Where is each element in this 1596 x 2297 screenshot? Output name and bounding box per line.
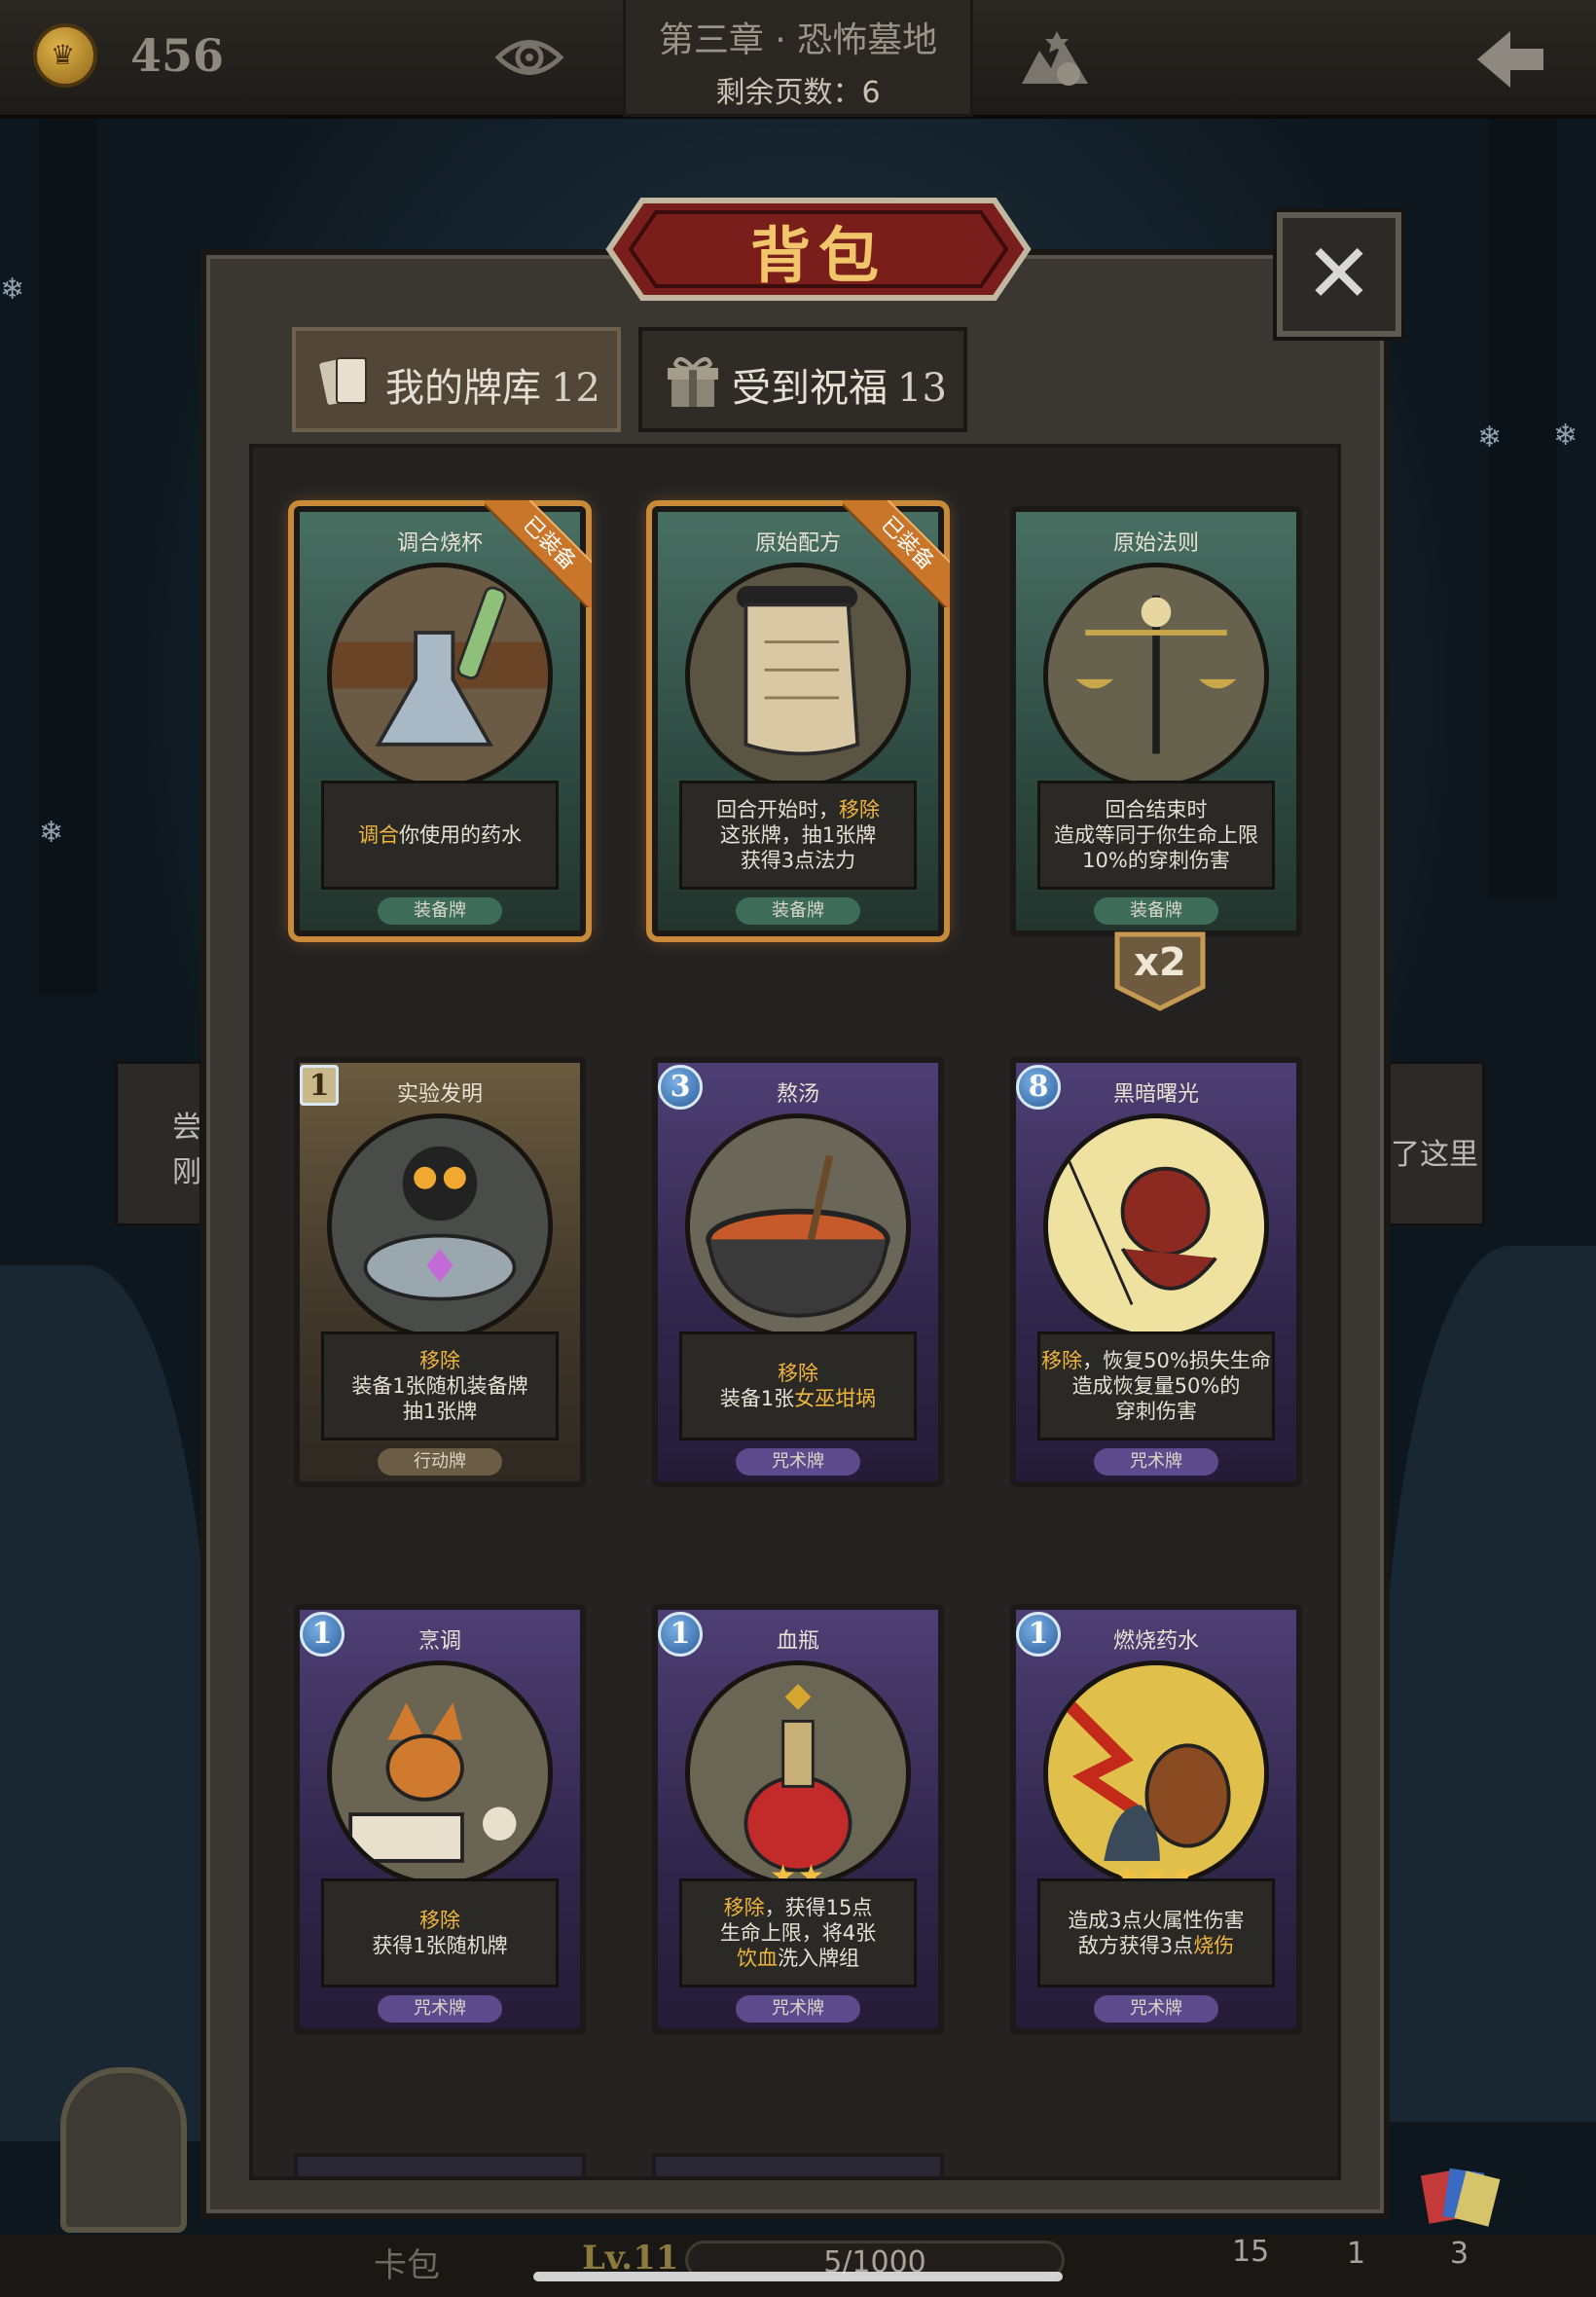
count-a: 15 [1232, 2235, 1270, 2269]
card-desc: 移除 获得1张随机牌 [321, 1878, 559, 1987]
card-desc: 回合开始时，移除 这张牌，抽1张牌 获得3点法力 [679, 781, 917, 890]
tab-blessings[interactable]: 受到祝福 13 [638, 327, 967, 432]
tree-trunk [1489, 119, 1557, 897]
card-desc: 造成3点火属性伤害 敌方获得3点烧伤 [1037, 1878, 1275, 1987]
card-type: 装备牌 [736, 897, 860, 925]
card-type: 咒术牌 [1094, 1995, 1218, 2023]
chapter-box: 第三章 · 恐怖墓地 剩余页数：6 [623, 0, 973, 117]
card-type: 咒术牌 [736, 1448, 860, 1476]
scales-art [1043, 563, 1269, 788]
bg-panel-right: 了这里 [1388, 1061, 1485, 1226]
card-experiment-invention[interactable]: 1 实验发明 移除 装备1张随机装备牌 抽1张牌 行动牌 [294, 1057, 586, 1487]
card-blending-beaker[interactable]: 调合烧杯 已装备 调合你使用的药水 装备牌 [294, 500, 592, 936]
crown-coin-icon: ♛ [33, 23, 97, 88]
card-pack-label[interactable]: 卡包 [374, 2239, 440, 2286]
card-desc: 移除，恢复50%损失生命 造成恢复量50%的 穿刺伤害 [1037, 1331, 1275, 1440]
close-button[interactable]: ✕ [1277, 212, 1401, 337]
card-cooking[interactable]: 1 烹调 移除 获得1张随机牌 咒术牌 [294, 1604, 586, 2034]
card-partial [652, 2153, 944, 2176]
card-burning-potion[interactable]: 1 燃烧药水 ★★★ 造成3点火属性伤害 敌方获得3点烧伤 咒术牌 [1010, 1604, 1302, 2034]
gold-amount: 456 [130, 29, 225, 82]
multiplier-text: x2 [1134, 940, 1186, 985]
top-bar: ♛ 456 第三章 · 恐怖墓地 剩余页数：6 [0, 0, 1596, 119]
card-dark-dawn[interactable]: 8 黑暗曙光 移除，恢复50%损失生命 造成恢复量50%的 穿刺伤害 咒术牌 [1010, 1057, 1302, 1487]
snowflake-icon: ❄ [39, 816, 64, 850]
snowflake-icon: ❄ [1553, 419, 1578, 453]
bg-text: 刚 [172, 1155, 201, 1189]
fox-chef-art [327, 1660, 553, 1886]
card-primal-recipe[interactable]: 原始配方 已装备 回合开始时，移除 这张牌，抽1张牌 获得3点法力 装备牌 [652, 500, 950, 936]
tree-trunk [39, 119, 97, 995]
count-c: 3 [1450, 2237, 1469, 2271]
bg-text: 了这里 [1391, 1138, 1478, 1172]
snowflake-icon: ❄ [0, 273, 25, 307]
card-desc: 调合你使用的药水 [321, 781, 559, 890]
pages-left: 剩余页数：6 [715, 76, 881, 110]
card-name: 血瓶 [776, 1629, 819, 1654]
home-indicator[interactable] [533, 2272, 1063, 2281]
card-desc: 回合结束时 造成等同于你生命上限 10%的穿刺伤害 [1037, 781, 1275, 890]
card-name: 烹调 [417, 1629, 461, 1654]
cauldron-art [685, 1113, 911, 1339]
snowflake-icon: ❄ [1477, 420, 1503, 455]
eye-icon[interactable] [494, 23, 564, 91]
card-type: 咒术牌 [736, 1995, 860, 2023]
card-name: 熬汤 [776, 1082, 819, 1107]
tab-my-deck[interactable]: 我的牌库 12 [292, 327, 621, 432]
bg-panel-left: 尝 刚 [115, 1061, 202, 1226]
tab-count: 12 [551, 366, 600, 411]
equipped-badge: 已装备 [843, 500, 950, 607]
cards-stack-icon[interactable] [1417, 2163, 1505, 2231]
tab-label: 受到祝福 [732, 366, 888, 411]
card-partial [294, 2153, 586, 2176]
close-icon: ✕ [1304, 226, 1374, 321]
card-name: 燃烧药水 [1112, 1629, 1199, 1654]
blood-vial-art [685, 1660, 911, 1886]
deck-slot-icon[interactable] [60, 2067, 187, 2233]
tab-label: 我的牌库 [385, 366, 541, 411]
card-desc: 移除 装备1张女巫坩埚 [679, 1331, 917, 1440]
card-primal-law[interactable]: 原始法则 回合结束时 造成等同于你生命上限 10%的穿刺伤害 装备牌 [1010, 506, 1302, 936]
card-name: 实验发明 [396, 1082, 483, 1107]
card-desc: 移除 装备1张随机装备牌 抽1张牌 [321, 1331, 559, 1440]
tab-count: 13 [897, 366, 947, 411]
card-type: 咒术牌 [1094, 1448, 1218, 1476]
card-desc: 移除，获得15点 生命上限，将4张 饮血洗入牌组 [679, 1878, 917, 1987]
cards-icon [319, 357, 367, 405]
back-arrow-icon[interactable] [1471, 25, 1549, 93]
card-name: 原始法则 [1112, 531, 1199, 556]
bg-text: 尝 [172, 1111, 201, 1145]
robot-art [327, 1113, 553, 1339]
card-brew-soup[interactable]: 3 熬汤 移除 装备1张女巫坩埚 咒术牌 [652, 1057, 944, 1487]
count-b: 1 [1347, 2237, 1366, 2271]
map-icon[interactable] [1018, 21, 1092, 90]
card-type: 咒术牌 [378, 1995, 502, 2023]
card-name: 黑暗曙光 [1112, 1082, 1199, 1107]
card-type: 装备牌 [1094, 897, 1218, 925]
chapter-title: 第三章 · 恐怖墓地 [658, 20, 938, 60]
gift-icon [668, 356, 718, 407]
card-type: 行动牌 [378, 1448, 502, 1476]
demon-art [1043, 1113, 1269, 1339]
equipped-badge: 已装备 [485, 500, 592, 607]
card-type: 装备牌 [378, 897, 502, 925]
burning-potion-art [1043, 1660, 1269, 1886]
card-blood-vial[interactable]: 1 血瓶 ★★ 移除，获得15点 生命上限，将4张 饮血洗入牌组 咒术牌 [652, 1604, 944, 2034]
modal-title: 背包 [749, 220, 887, 291]
